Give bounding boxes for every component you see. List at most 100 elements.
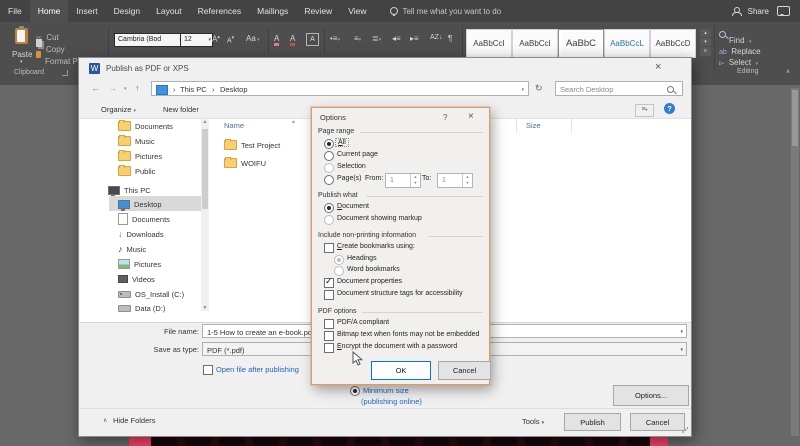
tab-layout[interactable]: Layout bbox=[148, 0, 190, 22]
style-chip-5[interactable]: AaBbCcD bbox=[650, 29, 696, 58]
column-header-size[interactable]: Size bbox=[526, 121, 541, 130]
tab-view[interactable]: View bbox=[340, 0, 374, 22]
help-button[interactable]: ? bbox=[664, 103, 675, 114]
new-folder-button[interactable]: New folder bbox=[163, 105, 199, 114]
document-properties-checkbox[interactable]: ✓ bbox=[324, 278, 334, 288]
resize-grip[interactable] bbox=[682, 427, 688, 433]
encrypt-label[interactable]: Encrypt the document with a password bbox=[337, 343, 457, 350]
pdfa-label[interactable]: PDF/A compliant bbox=[337, 319, 389, 326]
increase-indent-button[interactable]: ▸≡ bbox=[410, 34, 419, 43]
tree-scroll-thumb[interactable] bbox=[202, 129, 208, 209]
open-after-checkbox[interactable] bbox=[203, 365, 213, 375]
styles-gallery-expand[interactable]: ≡ bbox=[700, 47, 711, 56]
nav-item-videos[interactable]: Videos bbox=[118, 272, 155, 286]
bullets-button[interactable]: •≡▾ bbox=[330, 34, 340, 43]
grow-font-button[interactable]: A▴ bbox=[212, 34, 220, 44]
video-progress-track[interactable] bbox=[151, 436, 650, 446]
tab-review[interactable]: Review bbox=[296, 0, 340, 22]
show-paragraph-button[interactable]: ¶ bbox=[448, 34, 452, 43]
nav-item-os-install[interactable]: OS_Install (C:) bbox=[118, 287, 184, 301]
pages-label[interactable]: Page(s) bbox=[337, 175, 362, 182]
document-properties-label[interactable]: Document properties bbox=[337, 278, 402, 285]
address-dropdown-icon[interactable]: ▾ bbox=[521, 87, 524, 93]
tools-dropdown[interactable]: Tools ▾ bbox=[522, 417, 544, 426]
hide-folders-button[interactable]: Hide Folders bbox=[113, 416, 156, 425]
change-case-button[interactable]: Aa ▾ bbox=[246, 34, 260, 43]
structure-tags-checkbox[interactable] bbox=[324, 290, 334, 300]
numbering-button[interactable]: ≡▾ bbox=[354, 34, 361, 43]
paste-dropdown-arrow[interactable]: ▾ bbox=[20, 59, 23, 65]
font-size-combo[interactable]: 12▾ bbox=[180, 33, 213, 47]
pdfa-checkbox[interactable] bbox=[324, 319, 334, 329]
styles-scroll-up[interactable]: ▴ bbox=[700, 29, 711, 37]
style-chip-4[interactable]: AaBbCcL bbox=[604, 29, 650, 58]
create-bookmarks-checkbox[interactable] bbox=[324, 243, 334, 253]
nav-item-public[interactable]: Public bbox=[118, 164, 155, 178]
style-chip-2[interactable]: AaBbCcI bbox=[512, 29, 558, 58]
forward-button[interactable]: → bbox=[108, 83, 117, 93]
open-after-label[interactable]: Open file after publishing bbox=[216, 365, 299, 374]
refresh-icon[interactable]: ↻ bbox=[535, 83, 543, 94]
nav-item-this-pc[interactable]: This PC bbox=[108, 183, 151, 197]
character-border-button[interactable]: A bbox=[306, 33, 319, 46]
collapse-ribbon-chevron[interactable]: ∧ bbox=[786, 68, 790, 75]
all-radio-label[interactable]: All bbox=[336, 139, 348, 146]
nav-item-data-d[interactable]: Data (D:) bbox=[118, 301, 165, 315]
cancel-button[interactable]: Cancel bbox=[630, 413, 685, 431]
style-chip-3-selected[interactable]: AaBbC bbox=[558, 29, 604, 58]
tab-design[interactable]: Design bbox=[106, 0, 148, 22]
dialog-close-icon[interactable]: × bbox=[655, 61, 661, 73]
tab-mailings[interactable]: Mailings bbox=[249, 0, 296, 22]
pages-radio[interactable] bbox=[324, 175, 334, 185]
create-bookmarks-label[interactable]: Create bookmarks using: bbox=[337, 243, 415, 250]
document-radio[interactable] bbox=[324, 203, 334, 213]
column-header-name[interactable]: Name bbox=[224, 121, 244, 130]
current-page-label[interactable]: Current page bbox=[337, 151, 378, 158]
search-box[interactable]: Search Desktop bbox=[555, 81, 683, 96]
organize-button[interactable]: Organize ▾ bbox=[101, 105, 136, 114]
nav-item-pictures[interactable]: Pictures bbox=[118, 257, 161, 271]
history-dropdown-icon[interactable]: ▾ bbox=[124, 86, 127, 92]
encrypt-checkbox[interactable] bbox=[324, 343, 334, 353]
comment-icon[interactable] bbox=[777, 6, 790, 16]
file-name-dropdown-icon[interactable]: ▾ bbox=[680, 329, 683, 335]
spinner-arrows-icon[interactable]: ▲▼ bbox=[410, 174, 420, 187]
current-page-radio[interactable] bbox=[324, 151, 334, 161]
minimum-size-label[interactable]: Minimum size bbox=[363, 386, 409, 395]
share-button[interactable]: Share bbox=[748, 7, 769, 16]
options-cancel-button[interactable]: Cancel bbox=[438, 361, 491, 380]
address-bar[interactable]: › This PC › Desktop ▾ bbox=[151, 81, 529, 96]
minimum-size-radio[interactable] bbox=[350, 386, 360, 396]
bitmap-text-checkbox[interactable] bbox=[324, 331, 334, 341]
to-spinner[interactable]: 1 ▲▼ bbox=[437, 173, 473, 188]
document-label[interactable]: Document bbox=[337, 203, 369, 210]
options-button[interactable]: Options... bbox=[613, 385, 689, 406]
bitmap-text-label[interactable]: Bitmap text when fonts may not be embedd… bbox=[337, 331, 479, 338]
tell-me-box[interactable]: Tell me what you want to do bbox=[390, 7, 501, 16]
publish-button[interactable]: Publish bbox=[564, 413, 621, 431]
shrink-font-button[interactable]: A▾ bbox=[227, 35, 234, 44]
tree-scroll-up-icon[interactable]: ▲ bbox=[203, 119, 208, 125]
tab-file[interactable]: File bbox=[0, 0, 30, 22]
styles-scroll-down[interactable]: ▾ bbox=[700, 38, 711, 46]
file-row-test-project[interactable]: Test Project bbox=[224, 138, 280, 152]
options-help-icon[interactable]: ? bbox=[443, 113, 447, 122]
document-scrollbar[interactable] bbox=[791, 88, 799, 436]
video-progress-played[interactable] bbox=[129, 436, 151, 446]
font-color-button[interactable]: A bbox=[290, 34, 295, 46]
video-progress-marker[interactable] bbox=[650, 436, 668, 446]
nav-item-documents[interactable]: Documents bbox=[118, 212, 170, 226]
view-mode-button[interactable]: ≡▾ bbox=[635, 104, 654, 117]
breadcrumb-desktop[interactable]: Desktop bbox=[220, 85, 248, 94]
tab-references[interactable]: References bbox=[190, 0, 249, 22]
nav-item-music-quick[interactable]: Music bbox=[118, 134, 155, 148]
style-chip-1[interactable]: AaBbCcI bbox=[466, 29, 512, 58]
back-button[interactable]: ← bbox=[91, 83, 100, 93]
font-name-combo[interactable]: Cambria (Bod▾ bbox=[114, 33, 184, 47]
sort-button[interactable]: AZ↓ bbox=[430, 34, 442, 41]
text-highlight-button[interactable]: A bbox=[274, 34, 279, 46]
file-row-woifu[interactable]: WOIFU bbox=[224, 156, 266, 170]
breadcrumb-this-pc[interactable]: This PC bbox=[180, 85, 207, 94]
paste-button[interactable]: Paste ▾ bbox=[6, 26, 40, 68]
clipboard-dialog-launcher[interactable] bbox=[62, 70, 68, 76]
